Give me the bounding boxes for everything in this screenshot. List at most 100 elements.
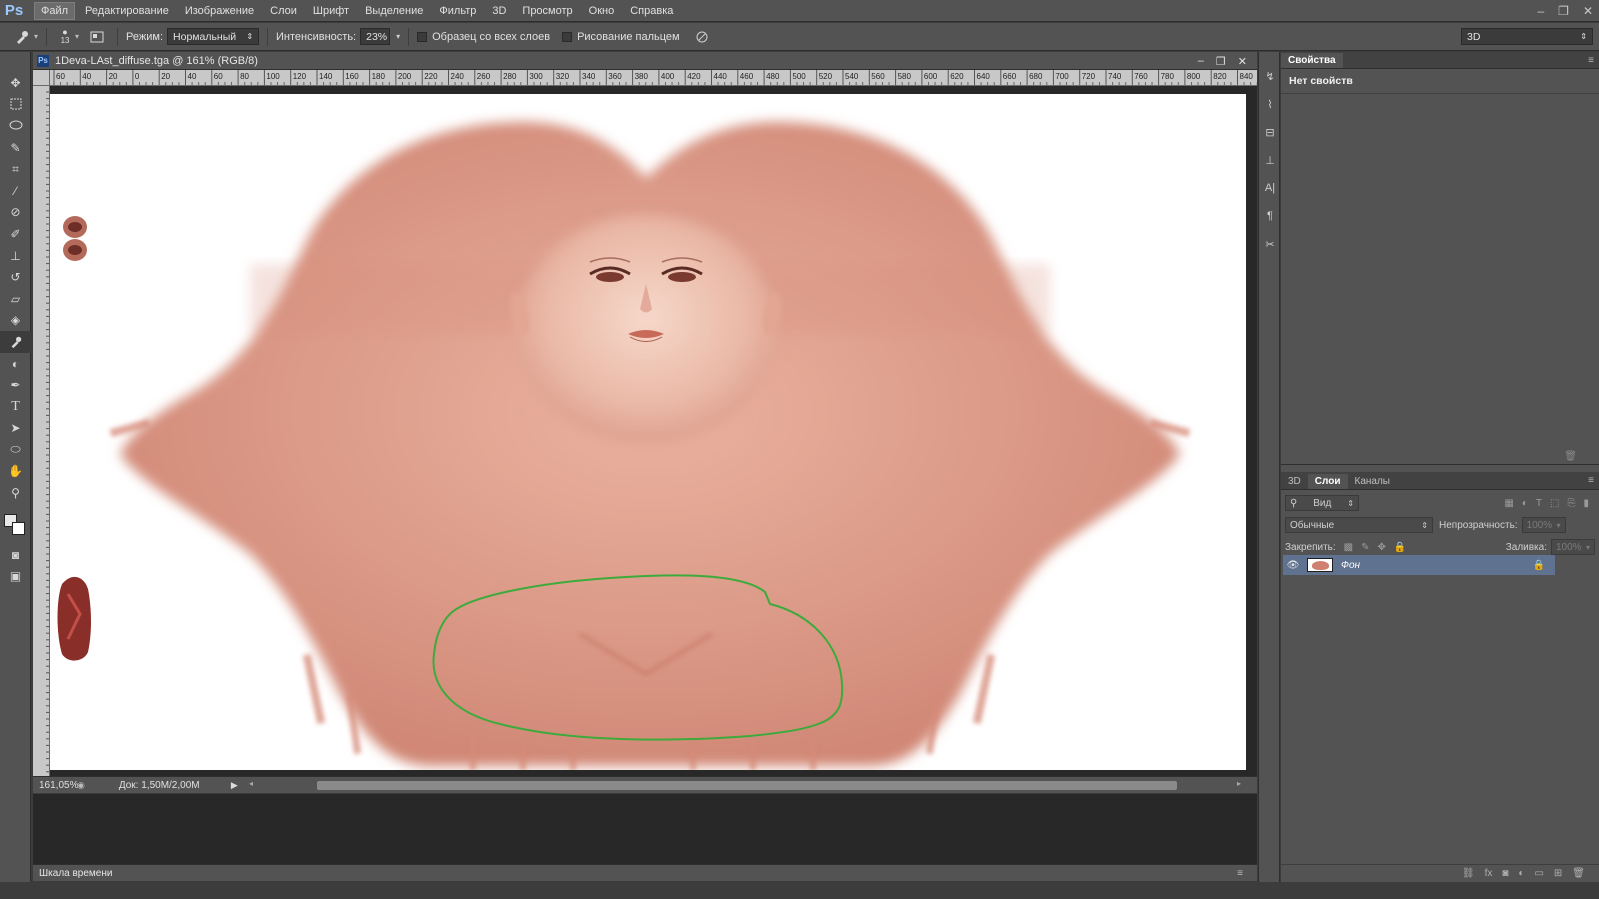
menu-select[interactable]: Выделение xyxy=(359,3,429,19)
finger-painting-checkbox[interactable] xyxy=(562,31,573,42)
lock-all-icon[interactable]: 🔒 xyxy=(1394,542,1406,553)
layer-name[interactable]: Фон xyxy=(1341,560,1533,571)
brush-panel-icon[interactable]: ⌇ xyxy=(1259,90,1281,118)
mode-select[interactable]: Нормальный ⇕ xyxy=(167,28,260,45)
character-panel-icon[interactable]: A| xyxy=(1259,174,1281,202)
path-selection-tool-icon[interactable]: ➤ xyxy=(0,418,31,440)
brush-dropdown-icon[interactable]: ▾ xyxy=(75,32,79,41)
status-info-icon[interactable]: ◉ xyxy=(77,780,85,791)
brush-presets-icon[interactable]: ⊟ xyxy=(1259,118,1281,146)
pen-tool-icon[interactable]: ✒ xyxy=(0,374,31,396)
pressure-icon[interactable] xyxy=(690,27,714,47)
tab-layers[interactable]: Слои xyxy=(1307,474,1348,489)
quick-selection-tool-icon[interactable]: ✎ xyxy=(0,137,31,159)
filter-pixel-icon[interactable]: ▦ xyxy=(1504,498,1513,509)
opacity-input[interactable]: 100% ▾ xyxy=(1521,517,1566,533)
intensity-input[interactable]: 23% xyxy=(360,28,391,45)
brush-panel-toggle-icon[interactable] xyxy=(85,27,109,47)
timeline-panel-header[interactable]: Шкала времени ≡ xyxy=(33,864,1257,881)
doc-minimize-icon[interactable]: ‒ xyxy=(1198,55,1204,67)
scroll-left-icon[interactable]: ◂ xyxy=(249,779,253,788)
eraser-tool-icon[interactable]: ▱ xyxy=(0,288,31,310)
background-color-swatch[interactable] xyxy=(12,521,25,535)
horizontal-scrollbar[interactable]: ◂ ▸ xyxy=(249,779,1241,790)
brush-tool-icon[interactable]: ✐ xyxy=(0,223,31,245)
status-menu-arrow-icon[interactable]: ▶ xyxy=(231,780,238,791)
blend-mode-select[interactable]: Обычные ⇕ xyxy=(1285,517,1433,533)
ellipse-tool-icon[interactable]: ⬭ xyxy=(0,439,31,461)
menu-help[interactable]: Справка xyxy=(624,3,679,19)
layers-menu-icon[interactable]: ≡ xyxy=(1588,475,1594,486)
screen-mode-icon[interactable]: ▣ xyxy=(0,565,31,587)
brush-size-picker[interactable]: ● 13 xyxy=(55,27,75,47)
horizontal-scrollbar-thumb[interactable] xyxy=(317,781,1177,790)
tab-properties[interactable]: Свойства xyxy=(1281,53,1343,68)
smudge-tool-preset-icon[interactable] xyxy=(10,27,34,47)
hand-tool-icon[interactable]: ✋ xyxy=(0,461,31,483)
paragraph-panel-icon[interactable]: ¶ xyxy=(1259,202,1281,230)
restore-icon[interactable]: ❐ xyxy=(1558,4,1569,18)
lasso-tool-icon[interactable] xyxy=(0,115,31,137)
link-layers-icon[interactable]: ⛓ xyxy=(1462,868,1475,879)
quick-mask-icon[interactable]: ◙ xyxy=(0,544,31,566)
lock-pixels-icon[interactable]: ✎ xyxy=(1361,542,1369,553)
delete-layer-icon[interactable]: 🗑 xyxy=(1572,868,1585,879)
menu-layers[interactable]: Слои xyxy=(264,3,303,19)
minimize-icon[interactable]: ‒ xyxy=(1537,4,1544,18)
filter-type-icon[interactable]: T xyxy=(1536,498,1542,509)
clone-source-icon[interactable]: ⊥ xyxy=(1259,146,1281,174)
doc-restore-icon[interactable]: ❐ xyxy=(1216,55,1226,68)
timeline-menu-icon[interactable]: ≡ xyxy=(1237,868,1243,879)
dodge-tool-icon[interactable]: ◐ xyxy=(0,353,31,375)
menu-file[interactable]: Файл xyxy=(34,1,76,20)
tab-3d[interactable]: 3D xyxy=(1281,474,1308,489)
new-group-icon[interactable]: ▭ xyxy=(1534,868,1543,879)
history-panel-icon[interactable]: ↯ xyxy=(1259,62,1281,90)
menu-edit[interactable]: Редактирование xyxy=(79,3,175,19)
type-tool-icon[interactable]: T xyxy=(0,396,31,418)
zoom-level[interactable]: 161,05% xyxy=(33,780,78,791)
menu-view[interactable]: Просмотр xyxy=(516,3,578,19)
sample-all-layers-checkbox[interactable] xyxy=(417,31,428,42)
menu-window[interactable]: Окно xyxy=(583,3,621,19)
history-brush-tool-icon[interactable]: ↺ xyxy=(0,266,31,288)
close-icon[interactable]: ✕ xyxy=(1583,4,1593,18)
filter-smart-object-icon[interactable]: ⎘ xyxy=(1567,498,1575,509)
layer-row[interactable]: 👁 Фон 🔒 xyxy=(1283,555,1555,575)
tab-channels[interactable]: Каналы xyxy=(1348,474,1398,489)
filter-toggle-icon[interactable]: ▮ xyxy=(1583,498,1589,509)
crop-tool-icon[interactable]: ⌗ xyxy=(0,158,31,180)
tool-presets-icon[interactable]: ✂ xyxy=(1259,230,1281,258)
vertical-ruler[interactable] xyxy=(33,86,50,776)
smudge-tool-icon[interactable] xyxy=(0,331,31,353)
horizontal-ruler[interactable]: 60 40 20 0 20 40 60 80 100 120 140 160 180 200 220 240 2… xyxy=(50,70,1257,86)
doc-close-icon[interactable]: ✕ xyxy=(1238,55,1247,68)
menu-image[interactable]: Изображение xyxy=(179,3,260,19)
paint-bucket-tool-icon[interactable]: ◈ xyxy=(0,310,31,332)
menu-3d[interactable]: 3D xyxy=(486,3,512,19)
intensity-slider-icon[interactable]: ▾ xyxy=(396,32,400,41)
scroll-right-icon[interactable]: ▸ xyxy=(1237,779,1241,788)
filter-shape-icon[interactable]: ⬚ xyxy=(1550,498,1559,509)
eyedropper-tool-icon[interactable]: ⁄ xyxy=(0,180,31,202)
add-mask-icon[interactable]: ◙ xyxy=(1502,868,1508,879)
lock-position-icon[interactable]: ✥ xyxy=(1378,542,1386,553)
new-layer-icon[interactable]: ⊞ xyxy=(1554,868,1562,879)
trash-icon[interactable]: 🗑 xyxy=(1564,451,1577,462)
workspace-select[interactable]: 3D ⇕ xyxy=(1461,28,1593,45)
layer-filter-select[interactable]: ⚲ Вид ⇕ xyxy=(1285,495,1359,511)
preset-dropdown-icon[interactable]: ▾ xyxy=(34,32,38,41)
adjustment-layer-icon[interactable]: ◐ xyxy=(1518,868,1524,879)
canvas-area[interactable] xyxy=(50,86,1257,776)
layer-style-icon[interactable]: fx xyxy=(1485,868,1493,879)
panel-menu-icon[interactable]: ≡ xyxy=(1588,55,1594,66)
healing-brush-tool-icon[interactable]: ⊘ xyxy=(0,202,31,224)
document-tab[interactable]: Ps 1Deva-LAst_diffuse.tga @ 161% (RGB/8)… xyxy=(33,52,1257,70)
clone-stamp-tool-icon[interactable]: ⊥ xyxy=(0,245,31,267)
lock-transparent-icon[interactable]: ▩ xyxy=(1344,542,1353,553)
filter-adjustment-icon[interactable]: ◐ xyxy=(1522,498,1528,509)
move-tool-icon[interactable]: ✥ xyxy=(0,72,31,94)
eye-visibility-icon[interactable]: 👁 xyxy=(1283,560,1303,571)
fill-input[interactable]: 100% ▾ xyxy=(1551,539,1595,555)
zoom-tool-icon[interactable]: ⚲ xyxy=(0,482,31,504)
